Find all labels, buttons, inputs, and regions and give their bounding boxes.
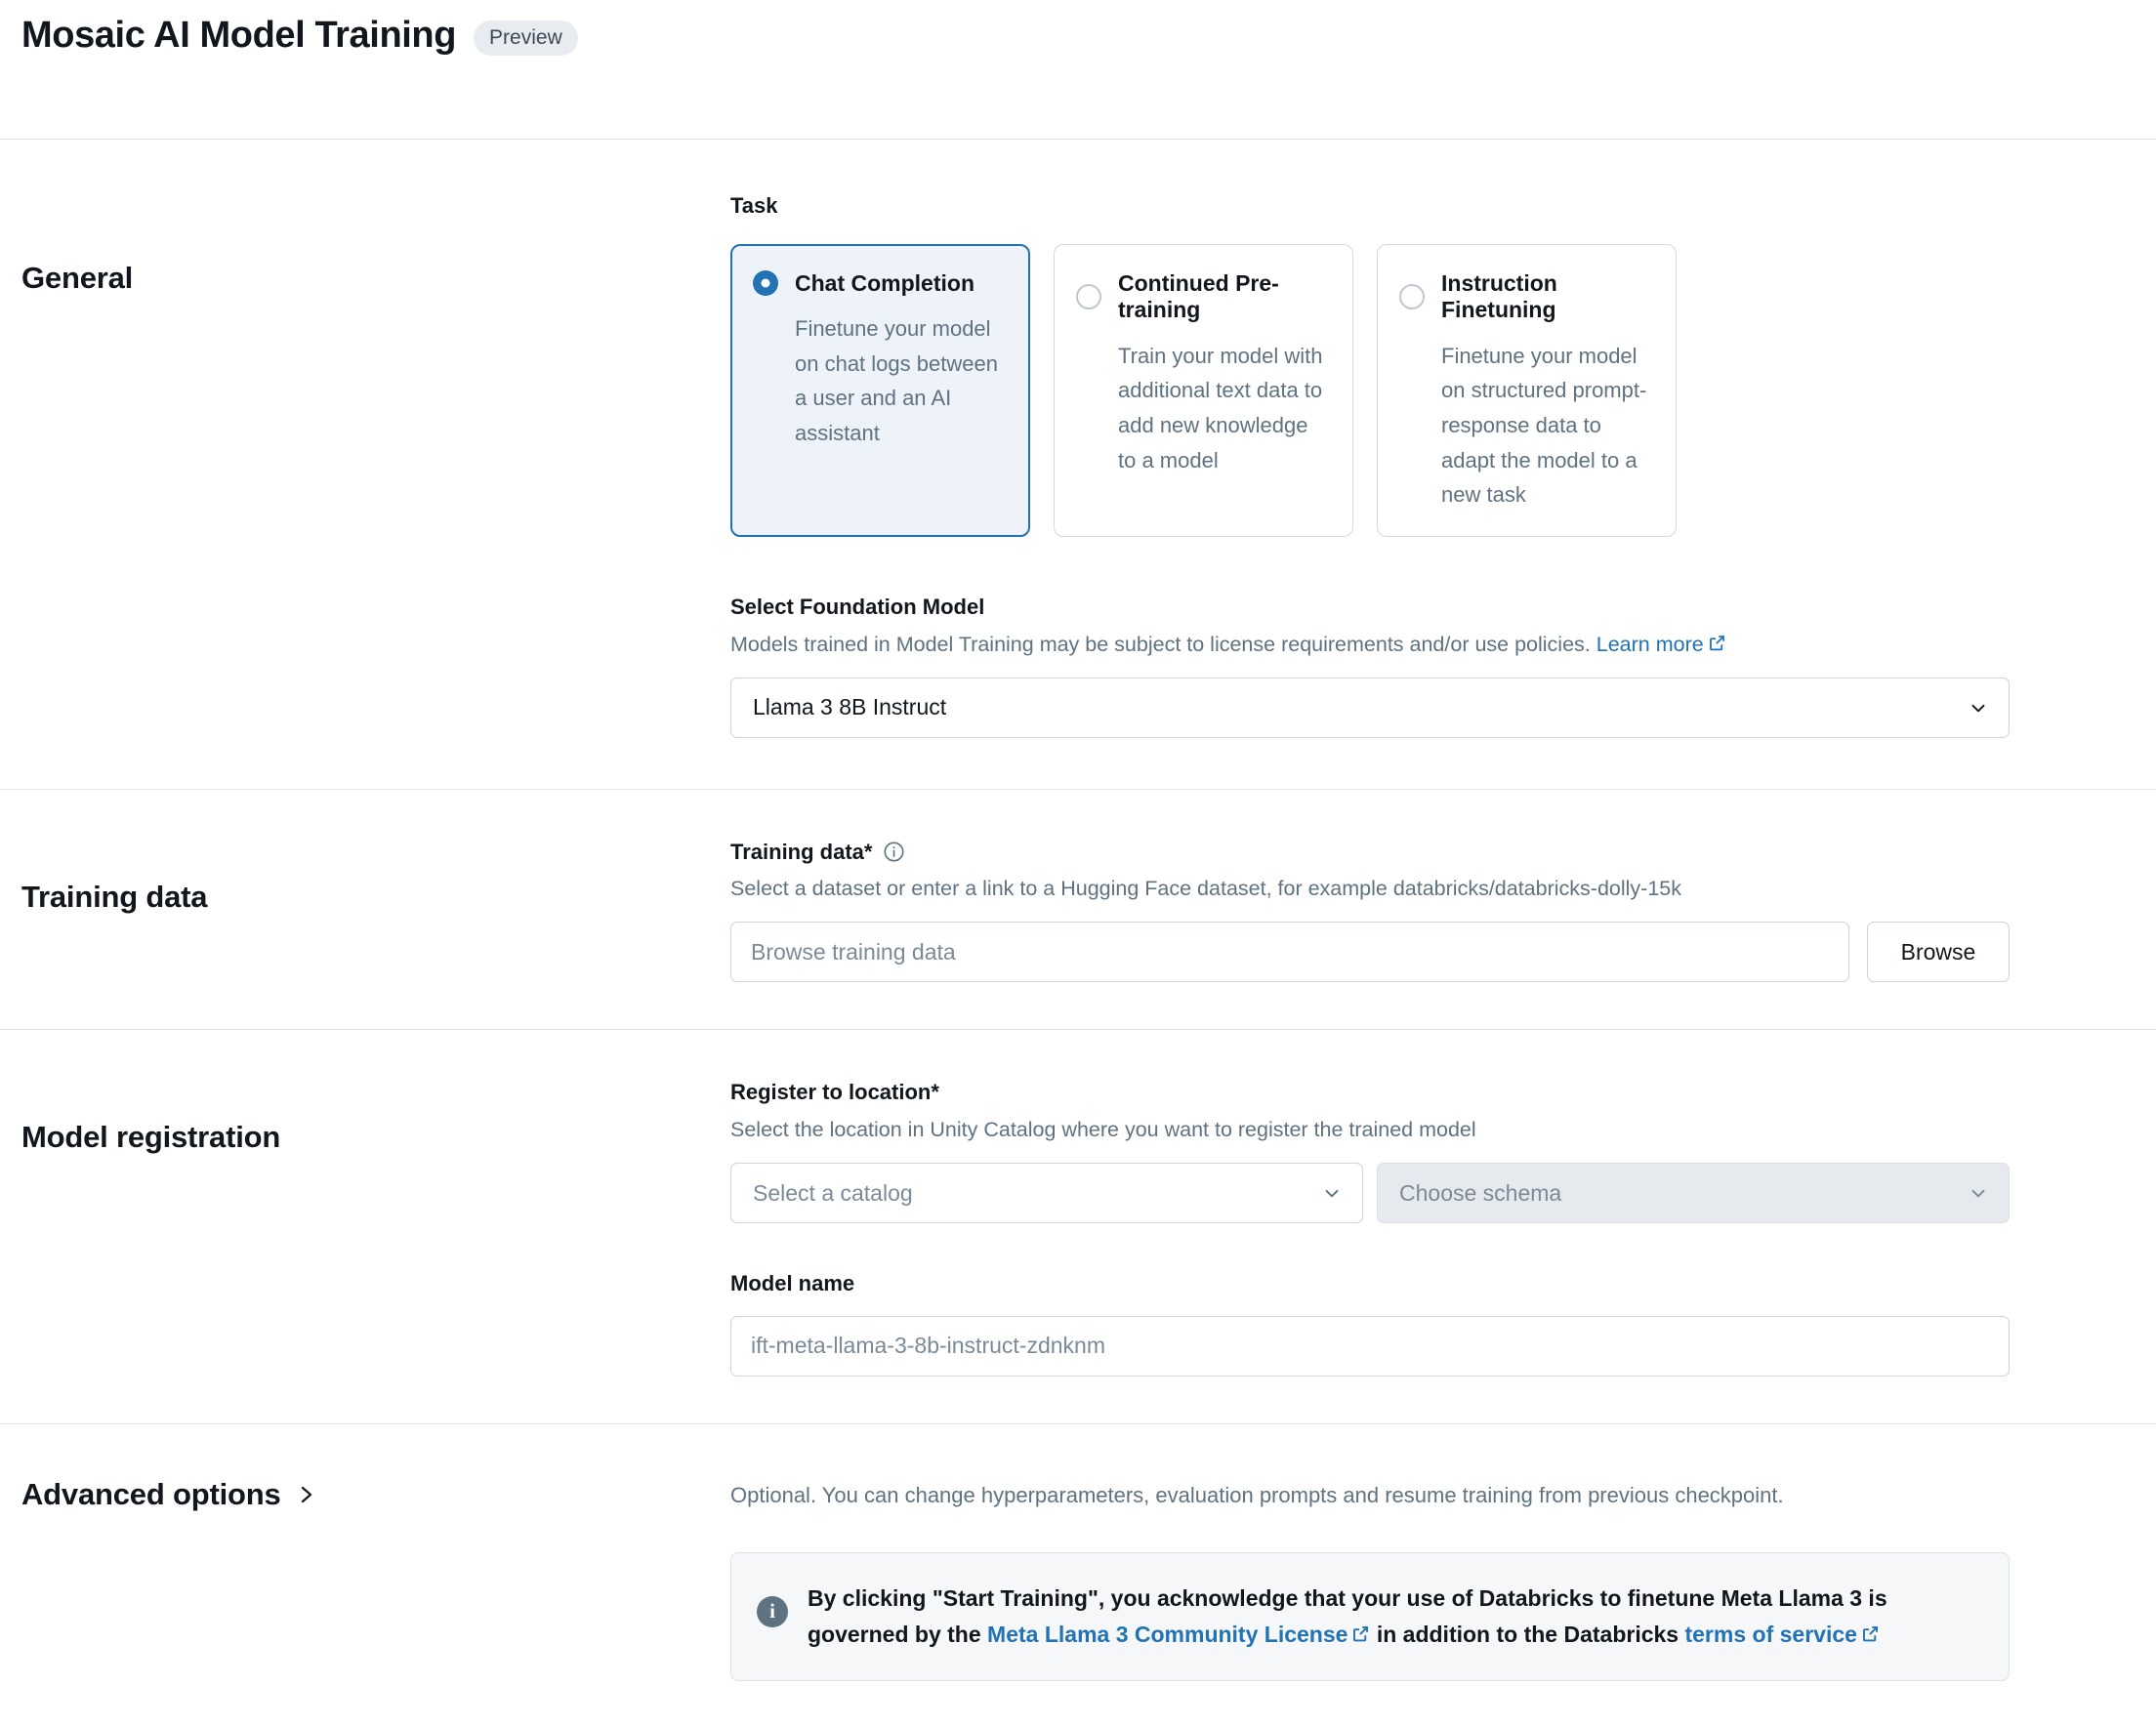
model-name-block: Model name ift-meta-llama-3-8b-instruct-… (730, 1270, 2010, 1377)
section-advanced-options: Advanced options Optional. You can chang… (0, 1424, 2156, 1726)
radio-continued-pretraining[interactable] (1076, 284, 1101, 310)
section-general-right: Task Chat Completion Finetune your model… (730, 192, 2156, 738)
task-title-instruction-finetuning: Instruction Finetuning (1441, 269, 1557, 323)
license-banner-text: By clicking "Start Training", you acknow… (808, 1581, 1979, 1654)
meta-llama-license-link[interactable]: Meta Llama 3 Community License (987, 1622, 1348, 1647)
catalog-select-wrap: Select a catalog (730, 1163, 1363, 1224)
chevron-right-icon (297, 1483, 316, 1506)
title-row: Mosaic AI Model Training Preview (21, 14, 578, 59)
task-desc-continued-pretraining: Train your model with additional text da… (1118, 343, 1323, 473)
task-card-head: Continued Pre-training (1076, 270, 1329, 324)
section-model-registration-left: Model registration (0, 1079, 730, 1376)
task-card-instruction-finetuning[interactable]: Instruction Finetuning Finetune your mod… (1377, 243, 1677, 537)
training-data-input[interactable]: Browse training data (730, 922, 1849, 983)
external-link-icon (1708, 634, 1726, 652)
model-name-input[interactable]: ift-meta-llama-3-8b-instruct-zdnknm (730, 1315, 2010, 1377)
foundation-model-label: Select Foundation Model (730, 594, 985, 619)
external-link-icon (1861, 1624, 1880, 1643)
model-name-label: Model name (730, 1271, 855, 1296)
advanced-options-toggle[interactable]: Advanced options (21, 1477, 730, 1512)
training-data-description: Select a dataset or enter a link to a Hu… (730, 877, 1681, 901)
register-location-label: Register to location* (730, 1080, 939, 1105)
section-model-registration: Model registration Register to location*… (0, 1030, 2156, 1424)
section-training-data: Training data Training data* Select a da… (0, 790, 2156, 1031)
task-card-continued-pretraining[interactable]: Continued Pre-training Train your model … (1054, 243, 1353, 537)
task-desc-chat-completion: Finetune your model on chat logs between… (795, 316, 998, 446)
register-location-row: Select a catalog Choose schema (730, 1163, 2010, 1224)
task-title-chat-completion: Chat Completion (795, 269, 974, 296)
info-icon[interactable] (883, 841, 905, 863)
task-card-head: Chat Completion (753, 270, 1006, 298)
section-advanced-right: Optional. You can change hyperparameters… (730, 1471, 2156, 1682)
model-name-input-wrap: ift-meta-llama-3-8b-instruct-zdnknm (730, 1315, 2010, 1377)
training-data-label-row: Training data* (730, 839, 2010, 867)
task-title-continued-pretraining: Continued Pre-training (1118, 269, 1279, 323)
foundation-model-description-text: Models trained in Model Training may be … (730, 632, 1591, 656)
info-circle-icon: i (757, 1595, 788, 1627)
schema-select[interactable]: Choose schema (1377, 1163, 2010, 1224)
model-training-page: Mosaic AI Model Training Preview General… (0, 0, 2156, 1726)
chevron-down-icon (1968, 697, 1989, 719)
catalog-select[interactable]: Select a catalog (730, 1163, 1363, 1224)
task-desc-instruction-finetuning: Finetune your model on structured prompt… (1441, 343, 1647, 508)
section-general-left: General (0, 192, 730, 738)
foundation-model-select[interactable]: Llama 3 8B Instruct (730, 677, 2010, 738)
section-training-data-left: Training data (0, 839, 730, 983)
radio-instruction-finetuning[interactable] (1399, 284, 1425, 310)
license-banner-part2: in addition to the Databricks (1370, 1621, 1685, 1647)
section-model-registration-right: Register to location* Select the locatio… (730, 1079, 2156, 1377)
advanced-options-heading: Advanced options (21, 1476, 281, 1511)
page-header: Mosaic AI Model Training Preview (0, 0, 2156, 140)
section-general-heading: General (21, 261, 134, 295)
terms-of-service-link[interactable]: terms of service (1684, 1622, 1856, 1647)
radio-chat-completion[interactable] (753, 270, 778, 297)
external-link-icon (1351, 1624, 1370, 1643)
advanced-options-description: Optional. You can change hyperparameters… (730, 1482, 1784, 1507)
license-info-banner: i By clicking "Start Training", you ackn… (730, 1551, 2010, 1682)
section-general: General Task Chat Completion Finetune yo… (0, 140, 2156, 790)
schema-select-value: Choose schema (1399, 1179, 1562, 1206)
browse-button[interactable]: Browse (1867, 922, 2010, 983)
page-title: Mosaic AI Model Training (21, 15, 457, 56)
section-advanced-left: Advanced options (0, 1471, 730, 1681)
catalog-select-value: Select a catalog (753, 1179, 913, 1206)
task-card-head: Instruction Finetuning (1399, 270, 1652, 324)
task-label: Task (730, 193, 778, 218)
task-card-chat-completion[interactable]: Chat Completion Finetune your model on c… (730, 243, 1030, 537)
chevron-down-icon (1968, 1182, 1989, 1204)
foundation-model-value: Llama 3 8B Instruct (753, 694, 947, 720)
training-data-input-row: Browse training data Browse (730, 922, 2010, 983)
task-option-group: Chat Completion Finetune your model on c… (730, 243, 2010, 537)
foundation-model-block: Select Foundation Model Models trained i… (730, 594, 2010, 738)
foundation-model-select-wrap: Llama 3 8B Instruct (730, 677, 2010, 738)
schema-select-wrap: Choose schema (1377, 1163, 2010, 1224)
section-training-data-right: Training data* Select a dataset or enter… (730, 839, 2156, 983)
register-location-description: Select the location in Unity Catalog whe… (730, 1118, 1476, 1142)
section-training-data-heading: Training data (21, 879, 208, 914)
chevron-down-icon (1321, 1182, 1343, 1204)
preview-badge: Preview (474, 20, 578, 56)
training-data-label: Training data* (730, 839, 873, 864)
learn-more-link[interactable]: Learn more (1596, 633, 1704, 656)
section-model-registration-heading: Model registration (21, 1120, 281, 1155)
foundation-model-description: Models trained in Model Training may be … (730, 630, 2010, 660)
